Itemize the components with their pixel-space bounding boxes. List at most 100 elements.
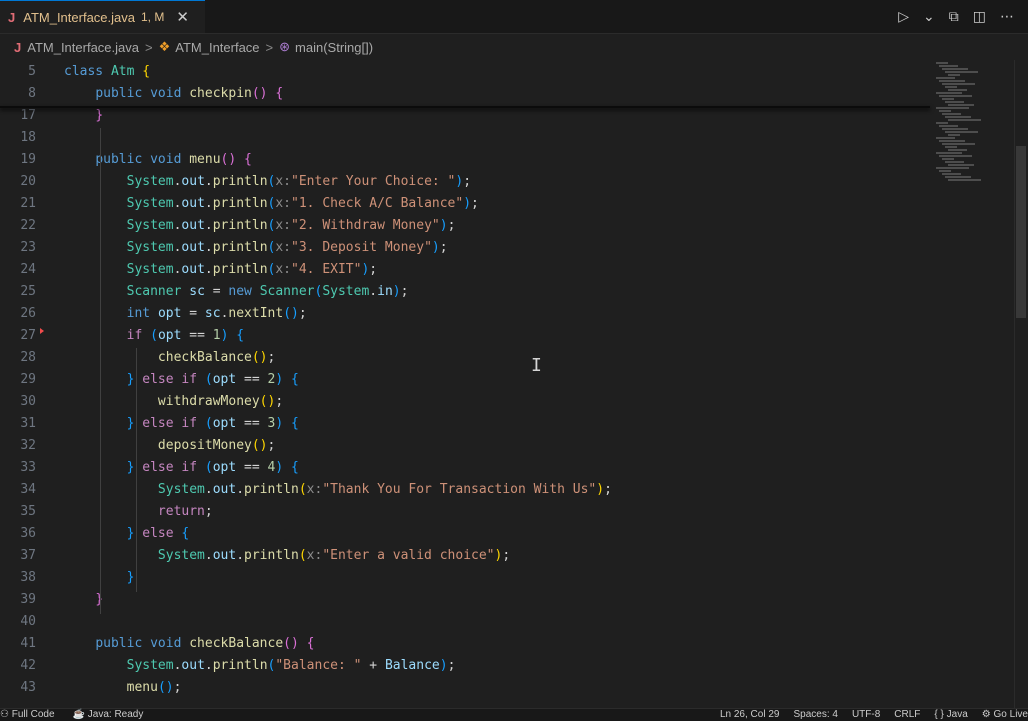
code-line[interactable]: 26 int opt = sc.nextInt(); [0, 303, 930, 325]
status-item[interactable]: ⚙ Go Live [982, 709, 1028, 721]
code-token: . [236, 482, 245, 497]
code-token: } [95, 108, 104, 123]
code-line[interactable]: 42 System.out.println("Balance: " + Bala… [0, 655, 930, 677]
code-token: Atm [110, 64, 143, 79]
minimap-line [936, 122, 948, 124]
code-line[interactable]: 39 } [0, 589, 930, 611]
code-text: System.out.println(x:"Thank You For Tran… [64, 479, 612, 501]
line-number: 39 [20, 592, 36, 607]
status-item[interactable]: UTF-8 [852, 709, 880, 721]
text-cursor-icon: I [531, 355, 542, 376]
code-line[interactable]: 35 return; [0, 501, 930, 523]
code-token: () [283, 306, 299, 321]
code-line[interactable]: 19 public void menu() { [0, 149, 930, 171]
code-token: else if [142, 460, 205, 475]
code-editor[interactable]: 5 class Atm {8 public void checkpin() {17… [0, 60, 1028, 708]
line-number: 30 [20, 394, 36, 409]
split-editor-icon[interactable]: ◫ [973, 9, 986, 25]
code-line[interactable]: 33 } else if (opt == 4) { [0, 457, 930, 479]
code-token: ; [369, 262, 378, 277]
code-line[interactable]: 36 } else { [0, 523, 930, 545]
code-line[interactable]: 23 System.out.println(x:"3. Deposit Mone… [0, 237, 930, 259]
minimap-line [936, 92, 962, 94]
status-item[interactable]: ⚇ Full Code [0, 709, 55, 721]
code-token: () [251, 350, 268, 365]
minimap-line [942, 83, 975, 85]
code-line[interactable]: 22 System.out.println(x:"2. Withdraw Mon… [0, 215, 930, 237]
code-token: out [181, 240, 205, 255]
status-left: ⚇ Full Code ☕ Java: Ready [0, 709, 143, 721]
code-line[interactable]: 38 } [0, 567, 930, 589]
code-line[interactable]: 20 System.out.println(x:"Enter Your Choi… [0, 171, 930, 193]
code-line[interactable]: 41 public void checkBalance() { [0, 633, 930, 655]
line-number: 43 [20, 680, 36, 695]
code-line[interactable]: 43 menu(); [0, 677, 930, 699]
breadcrumb-class[interactable]: ATM_Interface [175, 40, 259, 55]
code-token: out [181, 218, 205, 233]
minimap[interactable] [930, 60, 1014, 708]
line-number: 19 [20, 152, 36, 167]
code-line[interactable]: 17 } [0, 105, 930, 127]
code-line[interactable]: 29 } else if (opt == 2) { [0, 369, 930, 391]
code-token: ( [150, 328, 158, 343]
tab-atm-interface[interactable]: J ATM_Interface.java 1, M ✕ [0, 0, 205, 33]
line-number: 37 [20, 548, 36, 563]
compare-icon[interactable]: ⧉ [949, 9, 959, 25]
line-number: 18 [20, 130, 36, 145]
breadcrumb-method[interactable]: main(String[]) [295, 40, 373, 55]
status-item[interactable]: CRLF [894, 709, 920, 721]
status-item[interactable]: Spaces: 4 [793, 709, 837, 721]
code-line[interactable]: 32 depositMoney(); [0, 435, 930, 457]
code-line[interactable]: 21 System.out.println(x:"1. Check A/C Ba… [0, 193, 930, 215]
code-line[interactable]: 24 System.out.println(x:"4. EXIT"); [0, 259, 930, 281]
minimap-line [942, 173, 961, 175]
breadcrumb-file[interactable]: ATM_Interface.java [27, 40, 139, 55]
code-line[interactable]: 18 [0, 127, 930, 149]
code-line[interactable]: 40 [0, 611, 930, 633]
code-token: ; [267, 350, 276, 365]
close-icon[interactable]: ✕ [176, 8, 189, 26]
status-item[interactable]: ☕ Java: Ready [73, 709, 144, 721]
code-line[interactable]: 28 checkBalance(); [0, 347, 930, 369]
error-marker-icon [40, 328, 44, 334]
code-token: out [181, 658, 205, 673]
status-item[interactable]: Ln 26, Col 29 [720, 709, 780, 721]
more-actions-icon[interactable]: ⋯ [1000, 9, 1014, 25]
code-token: } [126, 460, 143, 475]
scrollbar-thumb[interactable] [1016, 146, 1026, 318]
code-token: println [212, 240, 268, 255]
minimap-line [936, 77, 955, 79]
code-token: ; [439, 240, 448, 255]
code-line[interactable]: 25 Scanner sc = new Scanner(System.in); [0, 281, 930, 303]
code-line[interactable]: 37 System.out.println(x:"Enter a valid c… [0, 545, 930, 567]
code-line[interactable]: 27 if (opt == 1) { [0, 325, 930, 347]
status-item[interactable]: { } Java [934, 709, 967, 721]
run-dropdown-icon[interactable]: ⌄ [923, 9, 935, 25]
line-number: 22 [20, 218, 36, 233]
code-token: nextInt [228, 306, 284, 321]
code-line[interactable]: 30 withdrawMoney(); [0, 391, 930, 413]
minimap-line [948, 179, 981, 181]
line-number: 40 [20, 614, 36, 629]
code-token: ( [298, 548, 307, 563]
code-token: out [212, 548, 237, 563]
code-token: . [204, 262, 213, 277]
code-text: } [64, 105, 103, 127]
code-line[interactable]: 31 } else if (opt == 3) { [0, 413, 930, 435]
run-icon[interactable]: ▷ [898, 9, 909, 25]
code-token: = [181, 306, 205, 321]
code-text: System.out.println(x:"3. Deposit Money")… [64, 237, 448, 259]
code-token: ) [439, 658, 448, 673]
code-line[interactable]: 8 public void checkpin() { [0, 83, 930, 105]
line-number: 24 [20, 262, 36, 277]
code-text: depositMoney(); [64, 435, 275, 457]
code-line[interactable]: 34 System.out.println(x:"Thank You For T… [0, 479, 930, 501]
code-line[interactable]: 5 class Atm { [0, 61, 930, 83]
